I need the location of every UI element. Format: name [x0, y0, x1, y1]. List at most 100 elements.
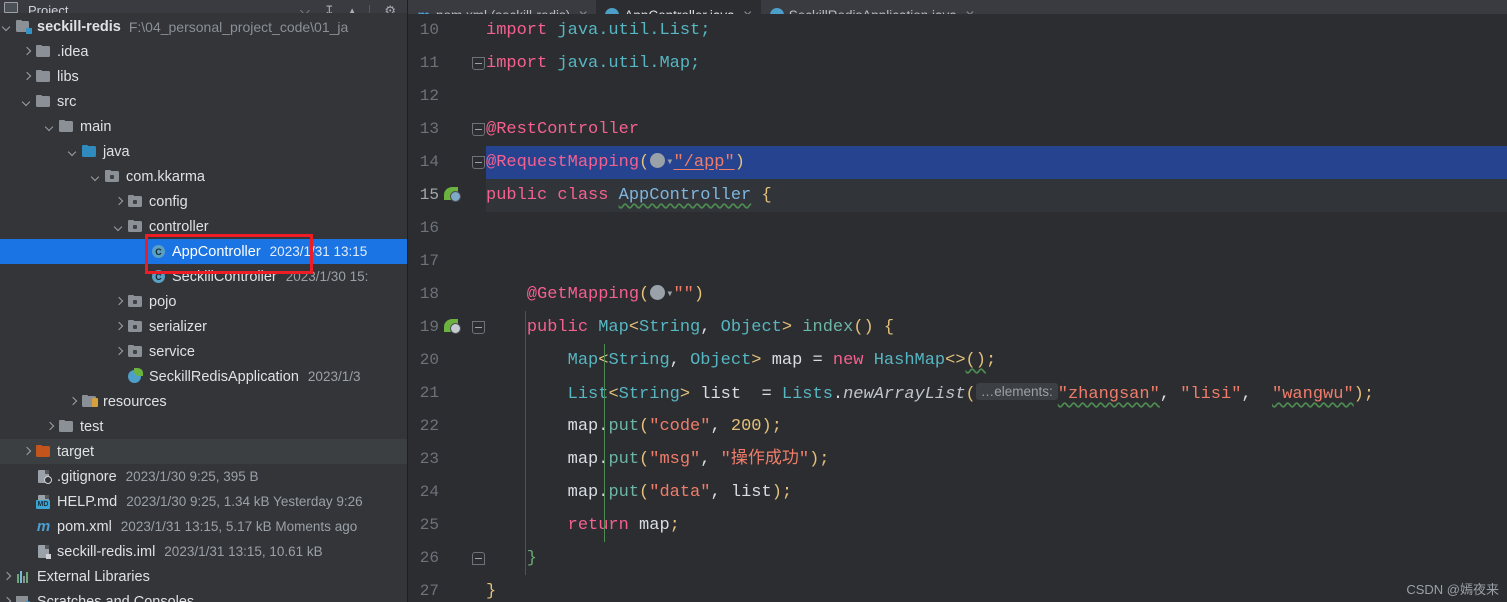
code-content[interactable]: import java.util.List; import java.util.M…: [486, 14, 1507, 602]
chevron-down-icon[interactable]: [20, 95, 33, 108]
editor-gutter[interactable]: 10 11 12 13 14 15 16 17 18 19 20 21 22 23 24 25 26 27: [408, 14, 486, 602]
project-tree[interactable]: seckill-redis F:\04_personal_project_code…: [0, 13, 408, 602]
chevron-right-icon[interactable]: [20, 45, 33, 58]
editor-tab-bar[interactable]: mpom.xml (seckill-redis)✕AppController.j…: [408, 0, 1507, 14]
gitignore-file-icon: [35, 469, 52, 484]
editor-tab-pom-xml-seckill-redis[interactable]: mpom.xml (seckill-redis)✕: [408, 0, 596, 15]
fold-collapse-icon[interactable]: [472, 156, 485, 169]
code-line-26[interactable]: }: [486, 542, 1507, 575]
chevron-right-icon[interactable]: [112, 195, 125, 208]
web-reference-icon[interactable]: [650, 153, 666, 168]
tree-item-libs[interactable]: libs: [0, 64, 408, 89]
code-token: =: [812, 351, 833, 370]
chevron-right-icon[interactable]: [0, 595, 13, 602]
tree-item-help-md[interactable]: MD HELP.md 2023/1/30 9:25, 1.34 kB Yesterd…: [0, 489, 408, 514]
chevron-down-icon[interactable]: [89, 170, 102, 183]
tree-item-src[interactable]: src: [0, 89, 408, 114]
chevron-right-icon[interactable]: [66, 395, 79, 408]
tree-item-main[interactable]: main: [0, 114, 408, 139]
tree-item-seckillcontroller[interactable]: C SeckillController 2023/1/30 15:: [0, 264, 408, 289]
code-token: "lisi": [1180, 385, 1242, 404]
tree-item-gitignore[interactable]: .gitignore 2023/1/30 9:25, 395 B: [0, 464, 408, 489]
tree-item-label: java: [103, 143, 130, 160]
code-line-14[interactable]: @RequestMapping(▾"/app"): [486, 146, 1507, 179]
code-editor[interactable]: 10 11 12 13 14 15 16 17 18 19 20 21 22 23 24 25 26 27 imp…: [408, 14, 1507, 602]
tree-item-controller[interactable]: controller: [0, 214, 408, 239]
tree-item-test[interactable]: test: [0, 414, 408, 439]
code-line-27[interactable]: }: [486, 575, 1507, 602]
collapse-all-icon[interactable]: ⌵: [300, 4, 310, 13]
code-line-22[interactable]: map.put("code", 200);: [486, 410, 1507, 443]
tree-item-service[interactable]: service: [0, 339, 408, 364]
chevron-down-icon[interactable]: [0, 20, 13, 33]
chevron-right-icon[interactable]: [112, 295, 125, 308]
code-line-21[interactable]: List<String> list = Lists.newArrayList(……: [486, 377, 1507, 410]
chevron-down-icon[interactable]: [112, 220, 125, 233]
tree-item-seckill-redis-iml[interactable]: seckill-redis.iml 2023/1/31 13:15, 10.61 …: [0, 539, 408, 564]
tree-item-pom-xml[interactable]: m pom.xml 2023/1/31 13:15, 5.17 kB Moments…: [0, 514, 408, 539]
code-line-20[interactable]: Map<String, Object> map = new HashMap<>(…: [486, 344, 1507, 377]
editor-tab-appcontroller-java[interactable]: AppController.java✕: [596, 0, 761, 14]
code-line-25[interactable]: return map;: [486, 509, 1507, 542]
chevron-right-icon[interactable]: [20, 70, 33, 83]
external-libraries-icon: [15, 569, 32, 584]
code-token: "": [673, 285, 694, 304]
tree-item-java[interactable]: java: [0, 139, 408, 164]
tree-item-pojo[interactable]: pojo: [0, 289, 408, 314]
code-line-15[interactable]: public class AppController {: [486, 179, 1507, 212]
line-number: 21: [419, 384, 439, 402]
code-token: ): [734, 153, 745, 172]
tree-item-resources[interactable]: resources: [0, 389, 408, 414]
chevron-right-icon[interactable]: [43, 420, 56, 433]
fold-collapse-icon[interactable]: [472, 123, 485, 136]
tree-item-config[interactable]: config: [0, 189, 408, 214]
code-token: {: [751, 186, 772, 205]
code-line-13[interactable]: @RestController: [486, 113, 1507, 146]
tree-item-external-libraries[interactable]: External Libraries: [0, 564, 408, 589]
expand-icon[interactable]: ↧: [324, 4, 335, 13]
web-reference-icon[interactable]: [650, 285, 666, 300]
spring-mapping-icon[interactable]: [444, 319, 462, 337]
fold-expand-icon[interactable]: [472, 552, 485, 565]
code-line-23[interactable]: map.put("msg", "操作成功");: [486, 443, 1507, 476]
tree-item-seckillredisapplication[interactable]: SeckillRedisApplication 2023/1/3: [0, 364, 408, 389]
code-line-16[interactable]: [486, 212, 1507, 245]
chevron-down-icon[interactable]: [66, 145, 79, 158]
fold-collapse-icon[interactable]: [472, 321, 485, 334]
chevron-right-icon[interactable]: [0, 570, 13, 583]
package-icon: [104, 169, 121, 184]
editor-tab-seckillredisapplication-java[interactable]: SeckillRedisApplication.java✕: [761, 0, 983, 14]
code-line-19[interactable]: public Map<String, Object> index() {: [486, 311, 1507, 344]
tree-item-meta: 2023/1/30 9:25, 1.34 kB Yesterday 9:26: [126, 494, 363, 509]
hide-icon[interactable]: ▴: [349, 4, 356, 13]
chevron-down-icon[interactable]: ▾: [666, 278, 673, 311]
spring-bean-icon[interactable]: [444, 187, 462, 205]
tree-item-scratches-and-consoles[interactable]: Scratches and Consoles: [0, 589, 408, 602]
tree-item-idea[interactable]: .idea: [0, 39, 408, 64]
tree-item-appcontroller[interactable]: C AppController 2023/1/31 13:15: [0, 239, 408, 264]
tree-item-com-kkarma[interactable]: com.kkarma: [0, 164, 408, 189]
chevron-right-icon[interactable]: [112, 345, 125, 358]
code-line-18[interactable]: @GetMapping(▾""): [486, 278, 1507, 311]
settings-icon[interactable]: ⚙: [384, 4, 396, 13]
chevron-down-icon[interactable]: ▾: [666, 146, 673, 179]
tree-item-target[interactable]: target: [0, 439, 408, 464]
code-line-12[interactable]: [486, 80, 1507, 113]
fold-collapse-icon[interactable]: [472, 57, 485, 70]
chevron-right-icon[interactable]: [112, 320, 125, 333]
chevron-down-icon[interactable]: [43, 120, 56, 133]
tree-item-seckill-redis[interactable]: seckill-redis F:\04_personal_project_code…: [0, 14, 408, 39]
tree-item-label: controller: [149, 218, 209, 235]
code-line-10[interactable]: import java.util.List;: [486, 14, 1507, 47]
code-line-24[interactable]: map.put("data", list);: [486, 476, 1507, 509]
code-line-11[interactable]: import java.util.Map;: [486, 47, 1507, 80]
tree-item-label: SeckillRedisApplication: [149, 368, 299, 385]
code-token: ;: [985, 351, 997, 370]
tree-item-label: test: [80, 418, 104, 435]
package-icon: [127, 294, 144, 309]
code-line-17[interactable]: [486, 245, 1507, 278]
tree-item-serializer[interactable]: serializer: [0, 314, 408, 339]
chevron-right-icon[interactable]: [20, 445, 33, 458]
